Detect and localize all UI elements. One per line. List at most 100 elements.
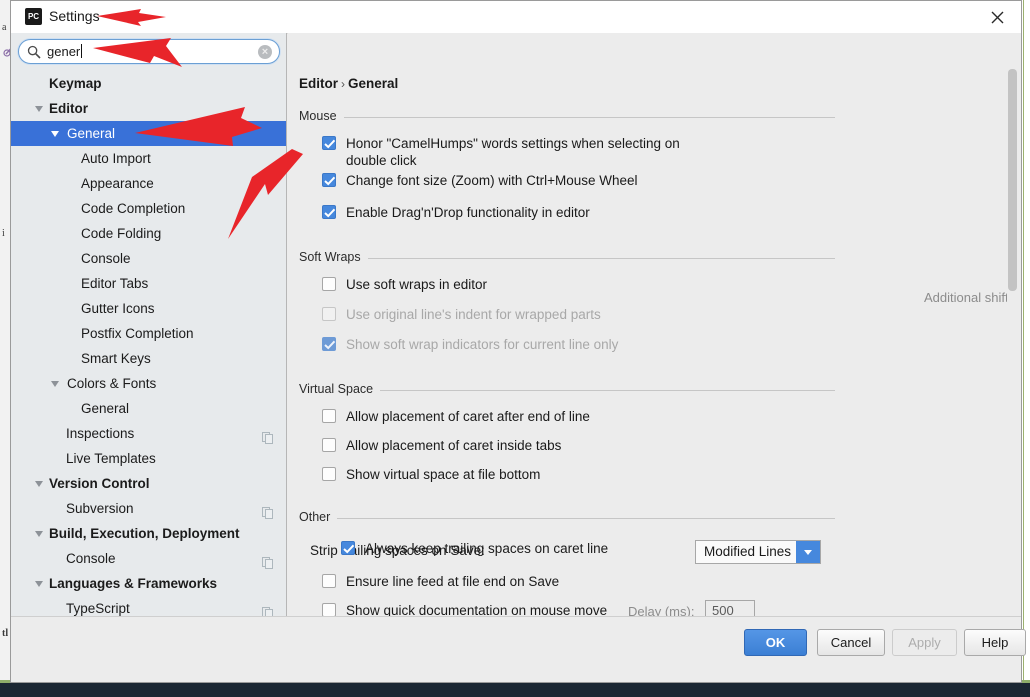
settings-tree: Keymap Editor General Auto Import Appearance… <box>11 71 286 650</box>
close-icon[interactable] <box>975 1 1021 33</box>
tree-item-appearance[interactable]: Appearance <box>11 171 286 196</box>
section-mouse-header: Mouse <box>299 108 835 126</box>
tree-item-editor[interactable]: Editor <box>11 96 286 121</box>
tree-item-version-control[interactable]: Version Control <box>11 471 286 496</box>
option-caret-inside-tabs[interactable]: Allow placement of caret inside tabs <box>322 437 835 462</box>
expand-arrow-icon[interactable] <box>51 381 59 387</box>
option-label: Allow placement of caret inside tabs <box>346 438 562 453</box>
checkbox[interactable] <box>322 409 336 423</box>
help-button[interactable]: Help <box>964 629 1026 656</box>
tree-item-colors-fonts[interactable]: Colors & Fonts <box>11 371 286 396</box>
background-right-edge <box>1023 0 1030 683</box>
checkbox[interactable] <box>322 574 336 588</box>
tree-item-label: Colors & Fonts <box>67 376 157 391</box>
clear-icon[interactable]: × <box>258 45 272 59</box>
ok-button[interactable]: OK <box>744 629 807 656</box>
option-label: Ensure line feed at file end on Save <box>346 574 560 589</box>
checkbox[interactable] <box>322 205 336 219</box>
background-status-bar <box>0 683 1030 697</box>
tree-item-label: Smart Keys <box>81 351 151 366</box>
search-input[interactable]: gener × <box>18 39 280 64</box>
option-use-original-indent: Use original line's indent for wrapped p… <box>322 306 835 331</box>
option-label: Honor "CamelHumps" words settings when s… <box>346 136 680 168</box>
expand-arrow-icon[interactable] <box>51 131 59 137</box>
section-divider <box>299 518 835 519</box>
expand-arrow-icon[interactable] <box>35 106 43 112</box>
option-always-keep-trailing-spaces[interactable]: Always keep trailing spaces on caret lin… <box>341 540 835 565</box>
settings-tree-panel: gener × Keymap Editor General Auto Import Ap… <box>11 33 287 650</box>
tree-item-label: Languages & Frameworks <box>49 576 218 591</box>
option-use-soft-wraps[interactable]: Use soft wraps in editor <box>322 276 835 301</box>
expand-arrow-icon[interactable] <box>35 531 43 537</box>
checkbox[interactable] <box>322 136 336 150</box>
checkbox[interactable] <box>341 541 355 555</box>
tree-item-label: Gutter Icons <box>81 301 155 316</box>
additional-shift-label: Additional shift: <box>924 290 1013 305</box>
tree-item-general[interactable]: General <box>11 396 286 421</box>
option-honor-camelhumps[interactable]: Honor "CamelHumps" words settings when s… <box>322 135 835 171</box>
option-change-font-size-zoom[interactable]: Change font size (Zoom) with Ctrl+Mouse … <box>322 172 835 197</box>
tree-item-build-execution-deployment[interactable]: Build, Execution, Deployment <box>11 521 286 546</box>
tree-item-code-completion[interactable]: Code Completion <box>11 196 286 221</box>
text-caret <box>81 44 83 58</box>
option-label: Use soft wraps in editor <box>346 277 488 292</box>
expand-arrow-icon[interactable] <box>35 481 43 487</box>
tree-item-postfix-completion[interactable]: Postfix Completion <box>11 321 286 346</box>
dialog-titlebar: PC Settings <box>11 1 1021 34</box>
tree-item-live-templates[interactable]: Live Templates <box>11 446 286 471</box>
tree-item-editor-tabs[interactable]: Editor Tabs <box>11 271 286 296</box>
section-soft-wraps: Soft Wraps Use soft wraps in editor Use … <box>299 249 1012 361</box>
checkbox <box>322 307 336 321</box>
option-label: Allow placement of caret after end of li… <box>346 409 590 424</box>
tree-item-code-folding[interactable]: Code Folding <box>11 221 286 246</box>
tree-item-label: General <box>67 126 116 141</box>
tree-item-smart-keys[interactable]: Smart Keys <box>11 346 286 371</box>
tree-item-keymap[interactable]: Keymap <box>11 71 286 96</box>
search-text-value: gener <box>47 44 81 59</box>
tree-item-label: Inspections <box>66 426 135 441</box>
tree-item-label: Postfix Completion <box>81 326 194 341</box>
tree-item-gutter-icons[interactable]: Gutter Icons <box>11 296 286 321</box>
option-label: Always keep trailing spaces on caret lin… <box>365 541 609 556</box>
tree-item-label: Live Templates <box>66 451 156 466</box>
content-scrollbar-thumb[interactable] <box>1008 69 1017 291</box>
breadcrumb-root[interactable]: Editor <box>299 76 338 91</box>
tree-item-general[interactable]: General <box>11 121 286 146</box>
checkbox <box>322 337 336 351</box>
content-scrollbar-track[interactable] <box>1007 33 1020 650</box>
tree-item-console[interactable]: Console <box>11 246 286 271</box>
checkbox[interactable] <box>322 438 336 452</box>
option-label: Change font size (Zoom) with Ctrl+Mouse … <box>346 173 638 188</box>
option-ensure-line-feed[interactable]: Ensure line feed at file end on Save <box>322 573 835 598</box>
tree-item-auto-import[interactable]: Auto Import <box>11 146 286 171</box>
checkbox[interactable] <box>322 603 336 617</box>
checkbox[interactable] <box>322 277 336 291</box>
option-virtual-space-at-file-bottom[interactable]: Show virtual space at file bottom <box>322 466 835 491</box>
expand-arrow-icon[interactable] <box>35 581 43 587</box>
option-caret-after-end-of-line[interactable]: Allow placement of caret after end of li… <box>322 408 835 433</box>
search-icon <box>27 45 41 62</box>
tree-item-inspections[interactable]: Inspections <box>11 421 286 446</box>
tree-item-languages-frameworks[interactable]: Languages & Frameworks <box>11 571 286 596</box>
dialog-title: Settings <box>49 8 100 24</box>
option-label: Show soft wrap indicators for current li… <box>346 337 619 352</box>
section-other-header: Other <box>299 509 835 527</box>
tree-item-label: Keymap <box>49 76 102 91</box>
section-mouse: Mouse Honor "CamelHumps" words settings … <box>299 108 835 229</box>
section-virtual-space-options: Allow placement of caret after end of li… <box>322 408 835 491</box>
checkbox[interactable] <box>322 173 336 187</box>
cancel-button[interactable]: Cancel <box>817 629 885 656</box>
tree-item-console[interactable]: Console <box>11 546 286 571</box>
settings-content-panel: Editor › General Mouse Honor "CamelHumps" … <box>288 33 1021 650</box>
breadcrumb-leaf: General <box>348 76 399 91</box>
background-fragment-i: i <box>2 228 5 239</box>
section-other-title: Other <box>299 510 338 524</box>
tree-item-label: Code Folding <box>81 226 162 241</box>
option-show-soft-wrap-indicators: Show soft wrap indicators for current li… <box>322 336 835 361</box>
settings-dialog: PC Settings gener × Keymap Editor Genera… <box>10 0 1026 683</box>
option-label: Show virtual space at file bottom <box>346 467 541 482</box>
tree-item-subversion[interactable]: Subversion <box>11 496 286 521</box>
tree-item-label: Appearance <box>81 176 154 191</box>
checkbox[interactable] <box>322 467 336 481</box>
option-enable-drag-n-drop[interactable]: Enable Drag'n'Drop functionality in edit… <box>322 204 835 229</box>
